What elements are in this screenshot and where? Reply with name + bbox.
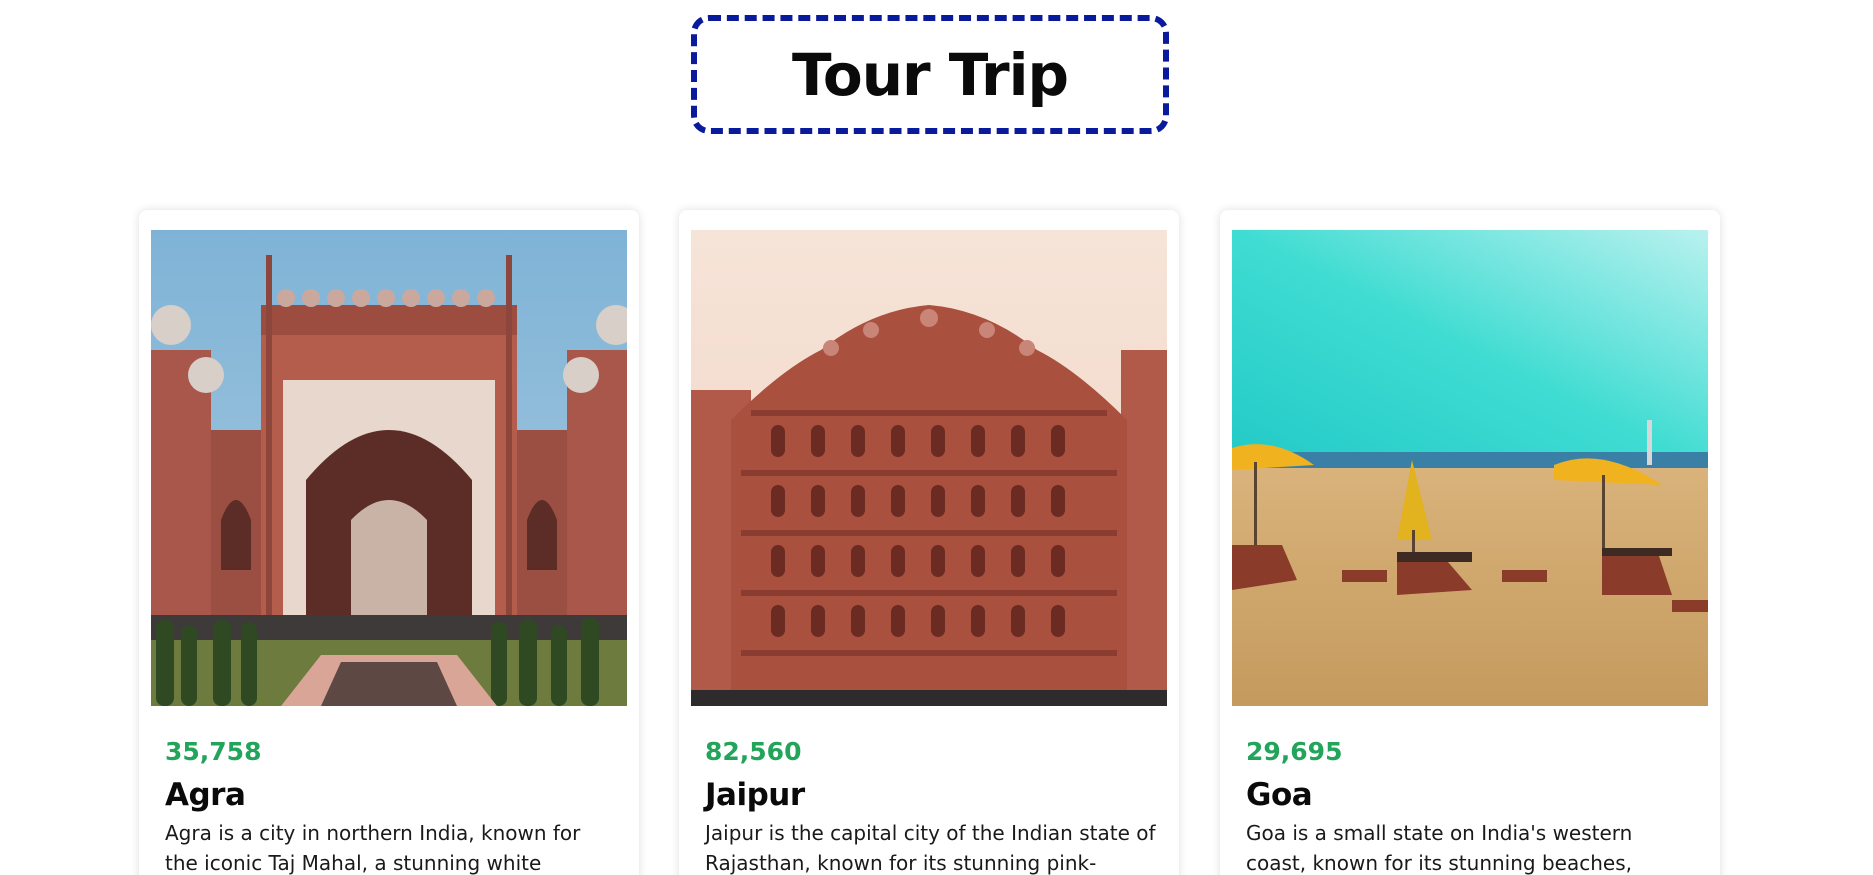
tour-card-agra[interactable]: 35,758 Agra Agra is a city in northern I… (139, 210, 639, 875)
agra-photo (151, 230, 627, 706)
jaipur-photo (691, 230, 1167, 706)
title-box: Tour Trip (691, 15, 1169, 134)
card-price: 29,695 (1246, 737, 1343, 766)
card-city: Agra (165, 777, 246, 813)
card-price: 35,758 (165, 737, 262, 766)
card-price: 82,560 (705, 737, 802, 766)
card-description: Jaipur is the capital city of the Indian… (705, 821, 1156, 875)
card-description: Agra is a city in northern India, known … (165, 821, 581, 875)
card-description: Goa is a small state on India's western … (1246, 821, 1633, 875)
card-city: Jaipur (705, 777, 805, 813)
page-title: Tour Trip (792, 40, 1069, 109)
goa-photo (1232, 230, 1708, 706)
card-city: Goa (1246, 777, 1313, 813)
tour-card-jaipur[interactable]: 82,560 Jaipur Jaipur is the capital city… (679, 210, 1179, 875)
tour-card-goa[interactable]: 29,695 Goa Goa is a small state on India… (1220, 210, 1720, 875)
page: Tour Trip 35,758 Agra Agra is a city in … (0, 0, 1873, 875)
